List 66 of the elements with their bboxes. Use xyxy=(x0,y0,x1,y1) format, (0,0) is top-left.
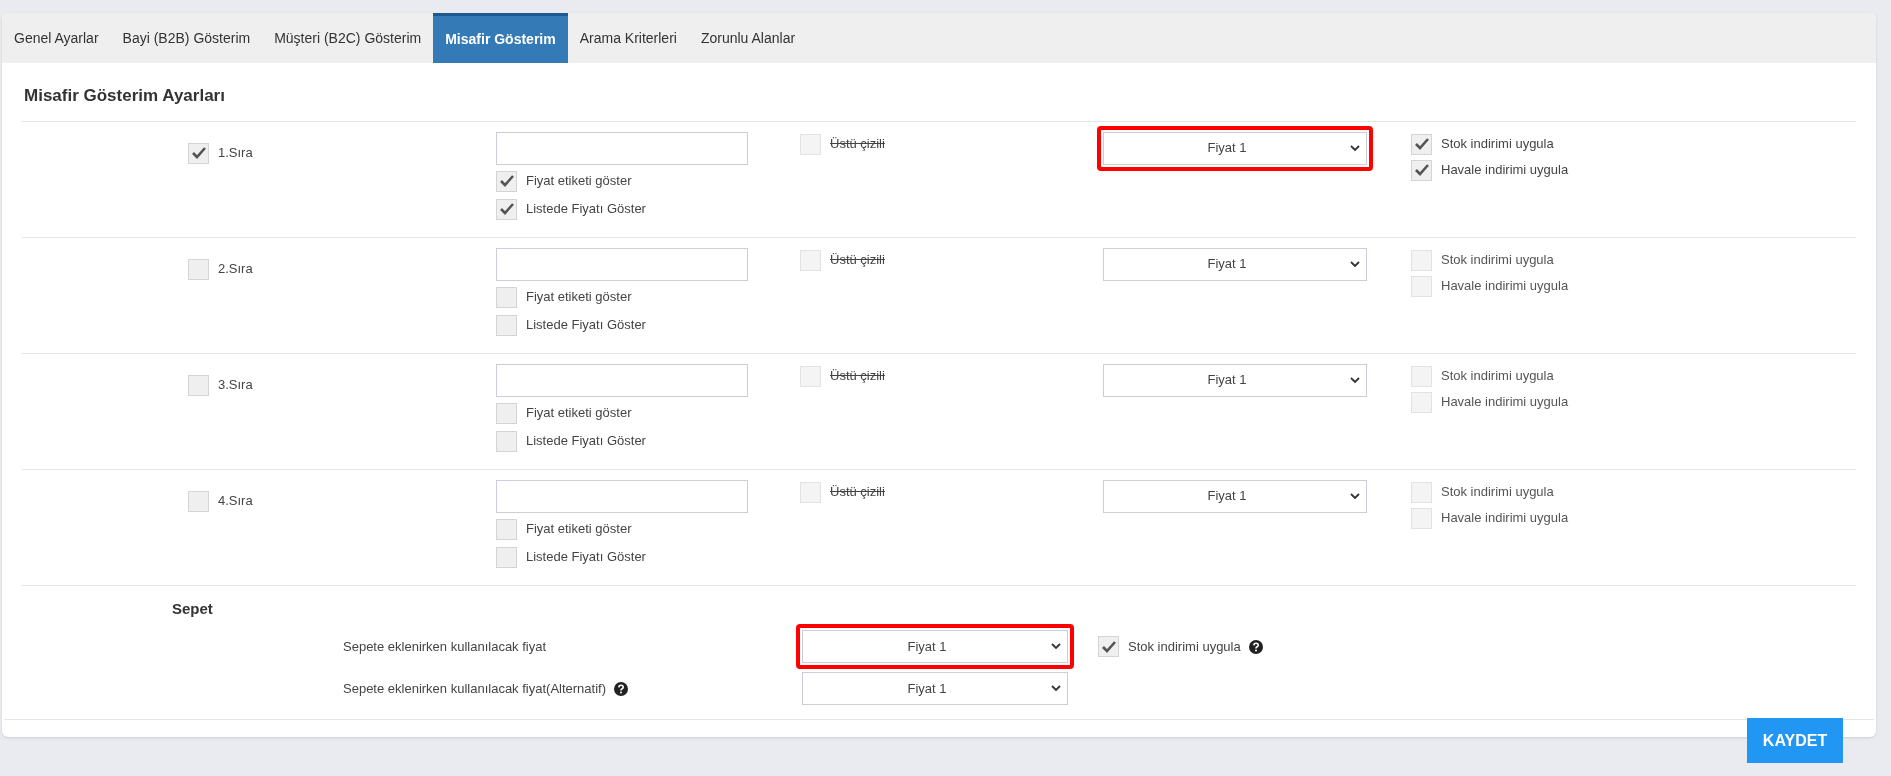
checkbox[interactable] xyxy=(496,546,517,568)
checkbox[interactable] xyxy=(496,518,517,540)
text-input[interactable] xyxy=(496,247,748,281)
chevron-down-icon xyxy=(1350,260,1360,268)
text-input[interactable] xyxy=(496,131,748,165)
checkbox[interactable] xyxy=(496,430,517,452)
checkbox-label: Listede Fiyatı Göster xyxy=(526,432,646,451)
text-input[interactable] xyxy=(496,479,748,513)
chevron-down-icon xyxy=(1350,144,1360,152)
checkbox-label: Fiyat etiketi göster xyxy=(526,288,632,307)
checkbox-label: Listede Fiyatı Göster xyxy=(526,548,646,567)
tab[interactable]: Müşteri (B2C) Gösterim xyxy=(262,13,434,63)
tab[interactable]: Arama Kriterleri xyxy=(567,13,689,63)
checkbox[interactable] xyxy=(188,374,209,396)
checkbox-label: Stok indirimi uygula xyxy=(1128,637,1241,656)
checkbox[interactable] xyxy=(188,142,209,164)
chevron-down-icon xyxy=(1051,685,1061,692)
checkbox[interactable] xyxy=(188,490,209,512)
checkbox-label: Üstü çizili xyxy=(830,367,885,386)
dropdown[interactable]: Fiyat 1 xyxy=(1103,131,1367,165)
checkbox-label: Stok indirimi uygula xyxy=(1441,483,1554,502)
checkbox[interactable] xyxy=(1411,133,1432,155)
dropdown[interactable]: Fiyat 1 xyxy=(802,630,1068,663)
checkbox-label: Havale indirimi uygula xyxy=(1441,161,1569,180)
chevron-down-icon xyxy=(1350,492,1360,500)
checkbox-label: Fiyat etiketi göster xyxy=(526,404,632,423)
checkbox-label: Stok indirimi uygula xyxy=(1441,135,1554,154)
chevron-down-icon xyxy=(1350,376,1360,384)
checkbox-label: 4.Sıra xyxy=(218,492,253,511)
checkbox-label: Havale indirimi uygula xyxy=(1441,393,1569,412)
checkbox-label: Üstü çizili xyxy=(830,135,885,154)
checkbox-label: Havale indirimi uygula xyxy=(1441,277,1569,296)
chevron-down-icon xyxy=(1051,643,1061,650)
checkbox-label: Listede Fiyatı Göster xyxy=(526,316,646,335)
checkbox[interactable] xyxy=(1411,159,1432,181)
checkbox[interactable] xyxy=(188,258,209,280)
checkbox-label: Stok indirimi uygula xyxy=(1441,367,1554,386)
checkbox-label: Stok indirimi uygula xyxy=(1441,251,1554,270)
checkbox-label: Üstü çizili xyxy=(830,483,885,502)
tab[interactable]: Genel Ayarlar xyxy=(2,13,111,63)
dropdown[interactable]: Fiyat 1 xyxy=(1103,247,1367,281)
checkbox[interactable] xyxy=(496,402,517,424)
dropdown[interactable]: Fiyat 1 xyxy=(1103,479,1367,513)
dropdown[interactable]: Fiyat 1 xyxy=(802,672,1068,705)
checkbox-label: Listede Fiyatı Göster xyxy=(526,200,646,219)
checkbox[interactable] xyxy=(1098,636,1119,657)
section-heading: Misafir Gösterim Ayarları xyxy=(22,63,1856,122)
checkbox-label: 2.Sıra xyxy=(218,260,253,279)
tab[interactable]: Zorunlu Alanlar xyxy=(688,13,808,63)
checkbox[interactable] xyxy=(496,314,517,336)
field-label: Sepete eklenirken kullanılacak fiyat(Alternatif) xyxy=(343,679,607,698)
checkbox-label: Havale indirimi uygula xyxy=(1441,509,1569,528)
field-label: Sepete eklenirken kullanılacak fiyat xyxy=(343,637,547,656)
checkbox-label: Fiyat etiketi göster xyxy=(526,172,632,191)
checkbox[interactable] xyxy=(496,198,517,220)
tab[interactable]: Bayi (B2B) Gösterim xyxy=(110,13,263,63)
dropdown[interactable]: Fiyat 1 xyxy=(1103,363,1367,397)
checkbox-label: 1.Sıra xyxy=(218,144,253,163)
checkbox-label: Fiyat etiketi göster xyxy=(526,520,632,539)
checkbox[interactable] xyxy=(496,286,517,308)
checkbox[interactable] xyxy=(496,170,517,192)
checkbox-label: Üstü çizili xyxy=(830,251,885,270)
checkbox-label: 3.Sıra xyxy=(218,376,253,395)
tab[interactable]: Misafir Gösterim xyxy=(433,13,568,63)
text-input[interactable] xyxy=(496,363,748,397)
cart-heading: Sepet xyxy=(171,598,214,619)
